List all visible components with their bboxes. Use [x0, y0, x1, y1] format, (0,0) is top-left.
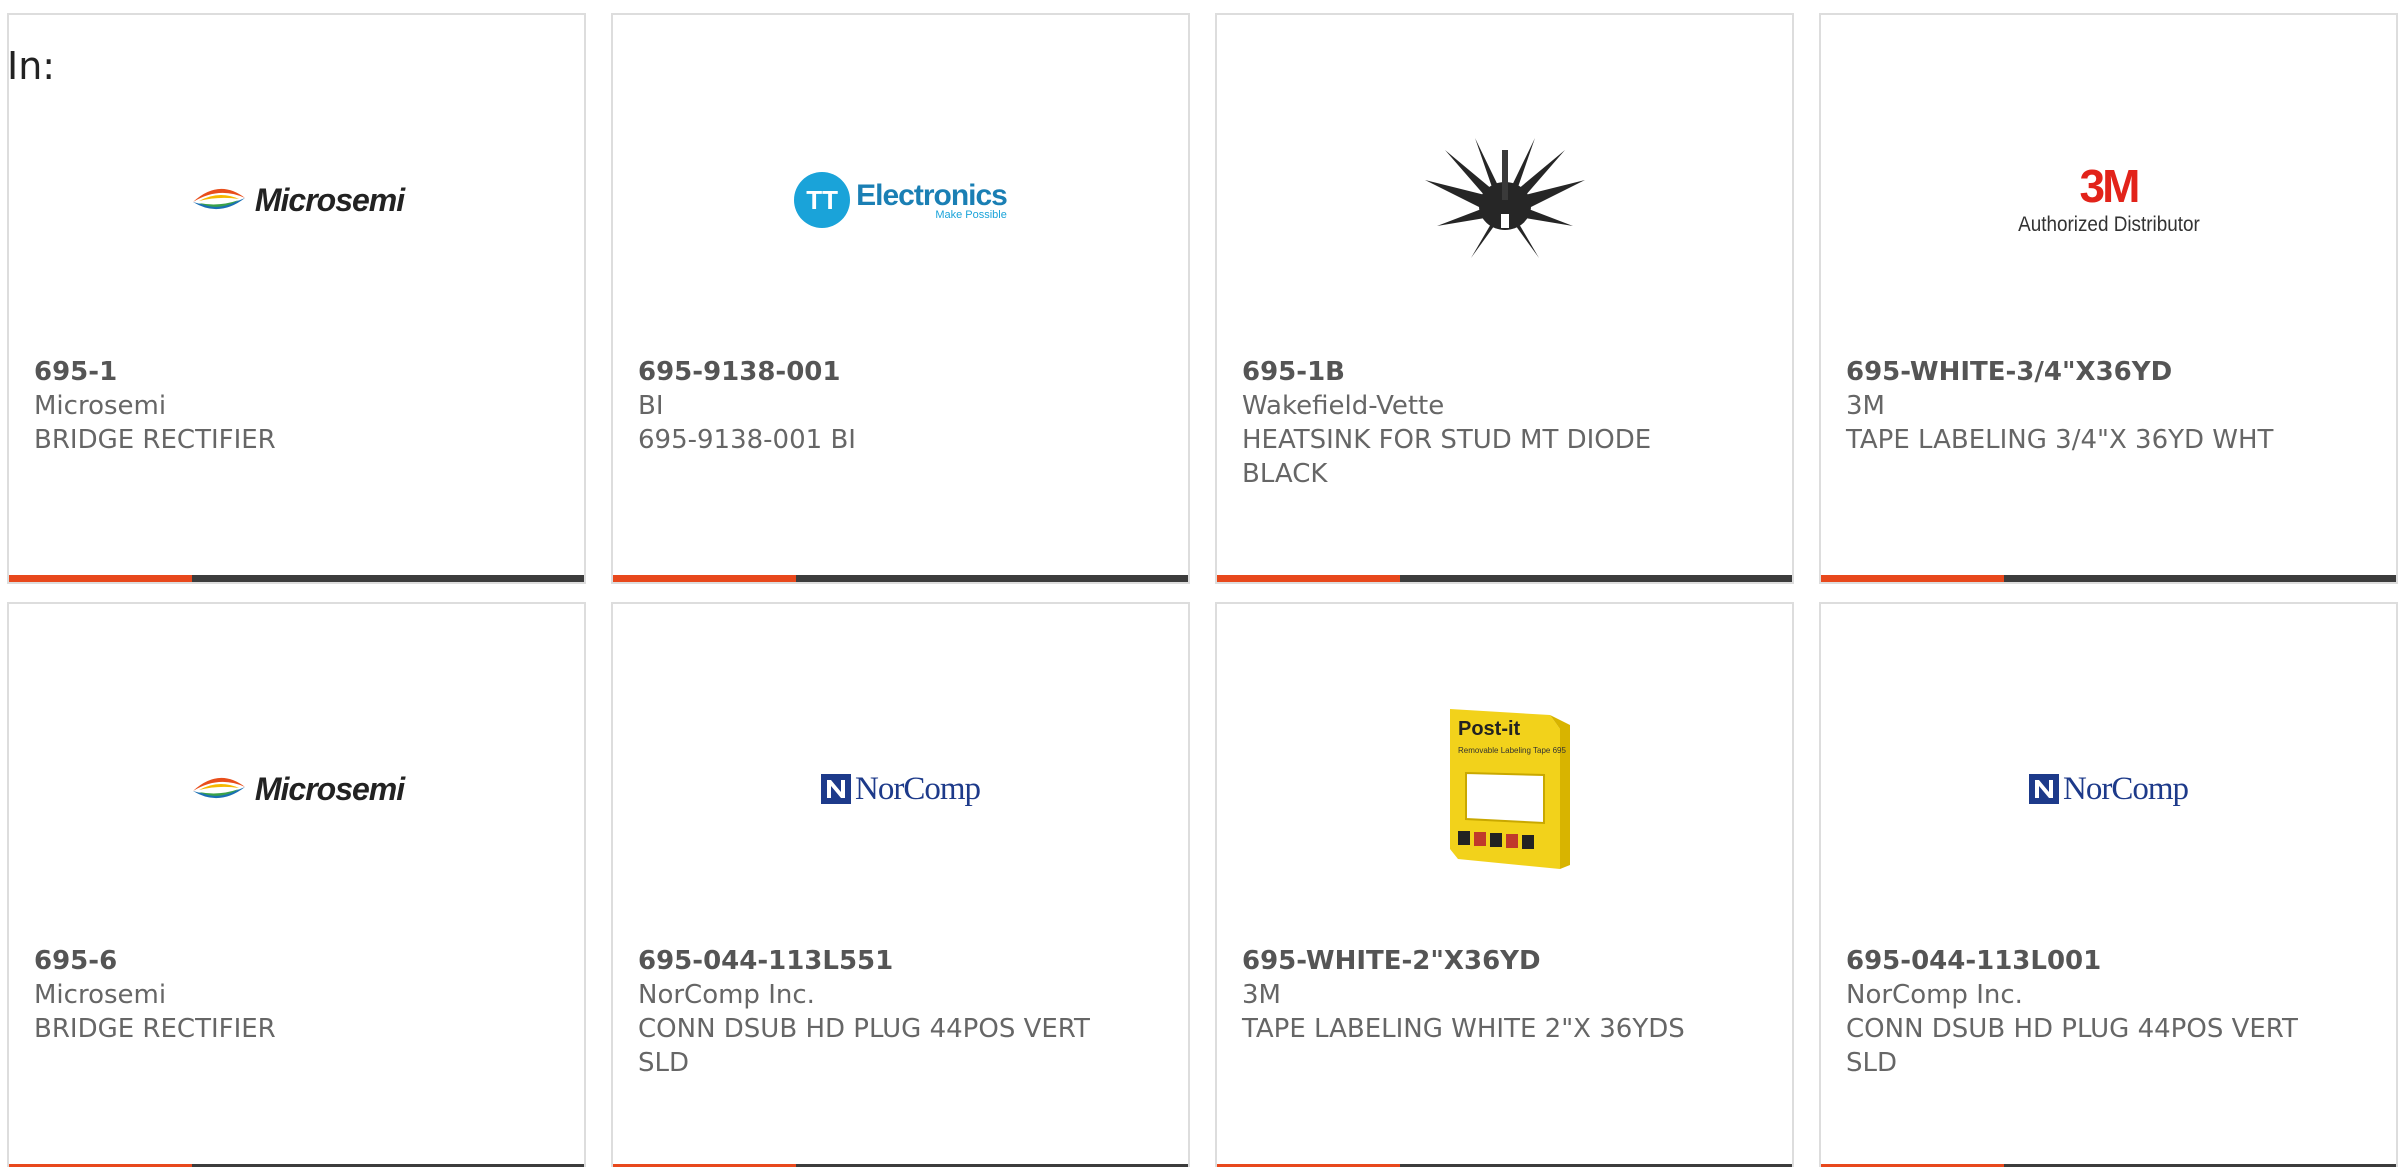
product-card[interactable]: Post-it Removable Labeling Tape 695 695-…	[1215, 602, 1794, 1167]
authorized-distributor-label: Authorized Distributor	[2017, 213, 2200, 236]
manufacturer-name: NorComp Inc.	[638, 980, 815, 1010]
product-card[interactable]: 695-1B Wakefield-Vette HEATSINK FOR STUD…	[1215, 13, 1794, 584]
norcomp-logo: NorComp	[821, 770, 981, 808]
microsemi-swoosh-icon	[192, 188, 245, 210]
product-image[interactable]	[1217, 75, 1792, 325]
product-info: 695-WHITE-3/4"X36YD 3M TAPE LABELING 3/4…	[1846, 355, 2316, 457]
product-card[interactable]: Microsemi 695-1 Microsemi BRIDGE RECTIFI…	[7, 13, 586, 584]
manufacturer-name: BI	[638, 391, 664, 421]
product-image[interactable]: 3M Authorized Distributor	[1821, 75, 2396, 325]
product-description: BRIDGE RECTIFIER	[34, 425, 276, 455]
part-number-link[interactable]: 695-044-113L551	[638, 944, 1108, 978]
product-description: BRIDGE RECTIFIER	[34, 1014, 276, 1044]
product-card[interactable]: NorComp 695-044-113L001 NorComp Inc. CON…	[1819, 602, 2398, 1167]
product-info: 695-9138-001 BI 695-9138-001 BI	[638, 355, 1108, 457]
product-image[interactable]: Microsemi	[9, 664, 584, 914]
card-accent-bar	[613, 575, 1188, 582]
product-image[interactable]: Post-it Removable Labeling Tape 695	[1217, 664, 1792, 914]
manufacturer-name: Microsemi	[34, 391, 167, 421]
norcomp-wordmark: NorComp	[2063, 770, 2189, 807]
part-number-link[interactable]: 695-6	[34, 944, 504, 978]
part-number-link[interactable]: 695-WHITE-3/4"X36YD	[1846, 355, 2316, 389]
part-number-link[interactable]: 695-044-113L001	[1846, 944, 2316, 978]
product-image[interactable]: NorComp	[613, 664, 1188, 914]
norcomp-n-icon	[821, 774, 851, 804]
part-number-link[interactable]: 695-9138-001	[638, 355, 1108, 389]
post-it-logo-subtext: Removable Labeling Tape 695	[1458, 746, 1566, 755]
product-description: TAPE LABELING WHITE 2"X 36YDS	[1242, 1014, 1685, 1044]
tt-tagline: Make Possible	[935, 209, 1007, 221]
product-info: 695-044-113L001 NorComp Inc. CONN DSUB H…	[1846, 944, 2316, 1080]
product-description: HEATSINK FOR STUD MT DIODE BLACK	[1242, 425, 1652, 489]
manufacturer-name: Wakefield-Vette	[1242, 391, 1445, 421]
microsemi-wordmark: Microsemi	[254, 770, 405, 807]
microsemi-logo: Microsemi	[189, 770, 405, 808]
3m-mark: 3M	[2079, 160, 2141, 212]
product-card[interactable]: NorComp 695-044-113L551 NorComp Inc. CON…	[611, 602, 1190, 1167]
card-accent-bar	[1217, 575, 1792, 582]
search-results-page: In: Microsemi 695-1 Microsemi BRIDGE REC…	[0, 0, 2400, 1167]
product-info: 695-044-113L551 NorComp Inc. CONN DSUB H…	[638, 944, 1108, 1080]
tt-circle-icon: TT	[794, 172, 851, 228]
product-info: 695-1 Microsemi BRIDGE RECTIFIER	[34, 355, 504, 457]
part-number-link[interactable]: 695-1B	[1242, 355, 1712, 389]
manufacturer-name: 3M	[1242, 980, 1281, 1010]
product-description: TAPE LABELING 3/4"X 36YD WHT	[1846, 425, 2274, 455]
product-info: 695-WHITE-2"X36YD 3M TAPE LABELING WHITE…	[1242, 944, 1712, 1046]
card-accent-bar	[9, 575, 584, 582]
product-image[interactable]: Microsemi	[9, 75, 584, 325]
product-image[interactable]: NorComp	[1821, 664, 2396, 914]
product-description: CONN DSUB HD PLUG 44POS VERT SLD	[638, 1014, 1090, 1078]
product-description: CONN DSUB HD PLUG 44POS VERT SLD	[1846, 1014, 2298, 1078]
manufacturer-name: Microsemi	[34, 980, 167, 1010]
post-it-logo-text: Post-it	[1458, 718, 1521, 740]
product-info: 695-1B Wakefield-Vette HEATSINK FOR STUD…	[1242, 355, 1712, 491]
microsemi-wordmark: Microsemi	[254, 181, 405, 218]
microsemi-swoosh-icon	[192, 777, 245, 799]
product-info: 695-6 Microsemi BRIDGE RECTIFIER	[34, 944, 504, 1046]
product-image[interactable]: TT Electronics Make Possible	[613, 75, 1188, 325]
manufacturer-name: NorComp Inc.	[1846, 980, 2023, 1010]
product-card[interactable]: 3M Authorized Distributor 695-WHITE-3/4"…	[1819, 13, 2398, 584]
norcomp-wordmark: NorComp	[855, 770, 981, 807]
tt-wordmark: Electronics	[856, 179, 1008, 212]
norcomp-logo: NorComp	[2029, 770, 2189, 808]
search-in-label: In:	[7, 44, 56, 88]
heatsink-photo-icon	[1424, 138, 1585, 258]
part-number-link[interactable]: 695-1	[34, 355, 504, 389]
product-card[interactable]: TT Electronics Make Possible 695-9138-00…	[611, 13, 1190, 584]
tt-electronics-logo: TT Electronics Make Possible	[794, 172, 1008, 228]
part-number-link[interactable]: 695-WHITE-2"X36YD	[1242, 944, 1712, 978]
product-grid: Microsemi 695-1 Microsemi BRIDGE RECTIFI…	[7, 13, 2398, 1167]
post-it-tape-photo-icon: Post-it Removable Labeling Tape 695	[1449, 709, 1570, 869]
card-accent-bar	[1821, 575, 2396, 582]
product-description: 695-9138-001 BI	[638, 425, 856, 455]
3m-logo: 3M Authorized Distributor	[2008, 163, 2210, 237]
microsemi-logo: Microsemi	[189, 181, 405, 219]
product-card[interactable]: Microsemi 695-6 Microsemi BRIDGE RECTIFI…	[7, 602, 586, 1167]
manufacturer-name: 3M	[1846, 391, 1885, 421]
norcomp-n-icon	[2029, 774, 2059, 804]
